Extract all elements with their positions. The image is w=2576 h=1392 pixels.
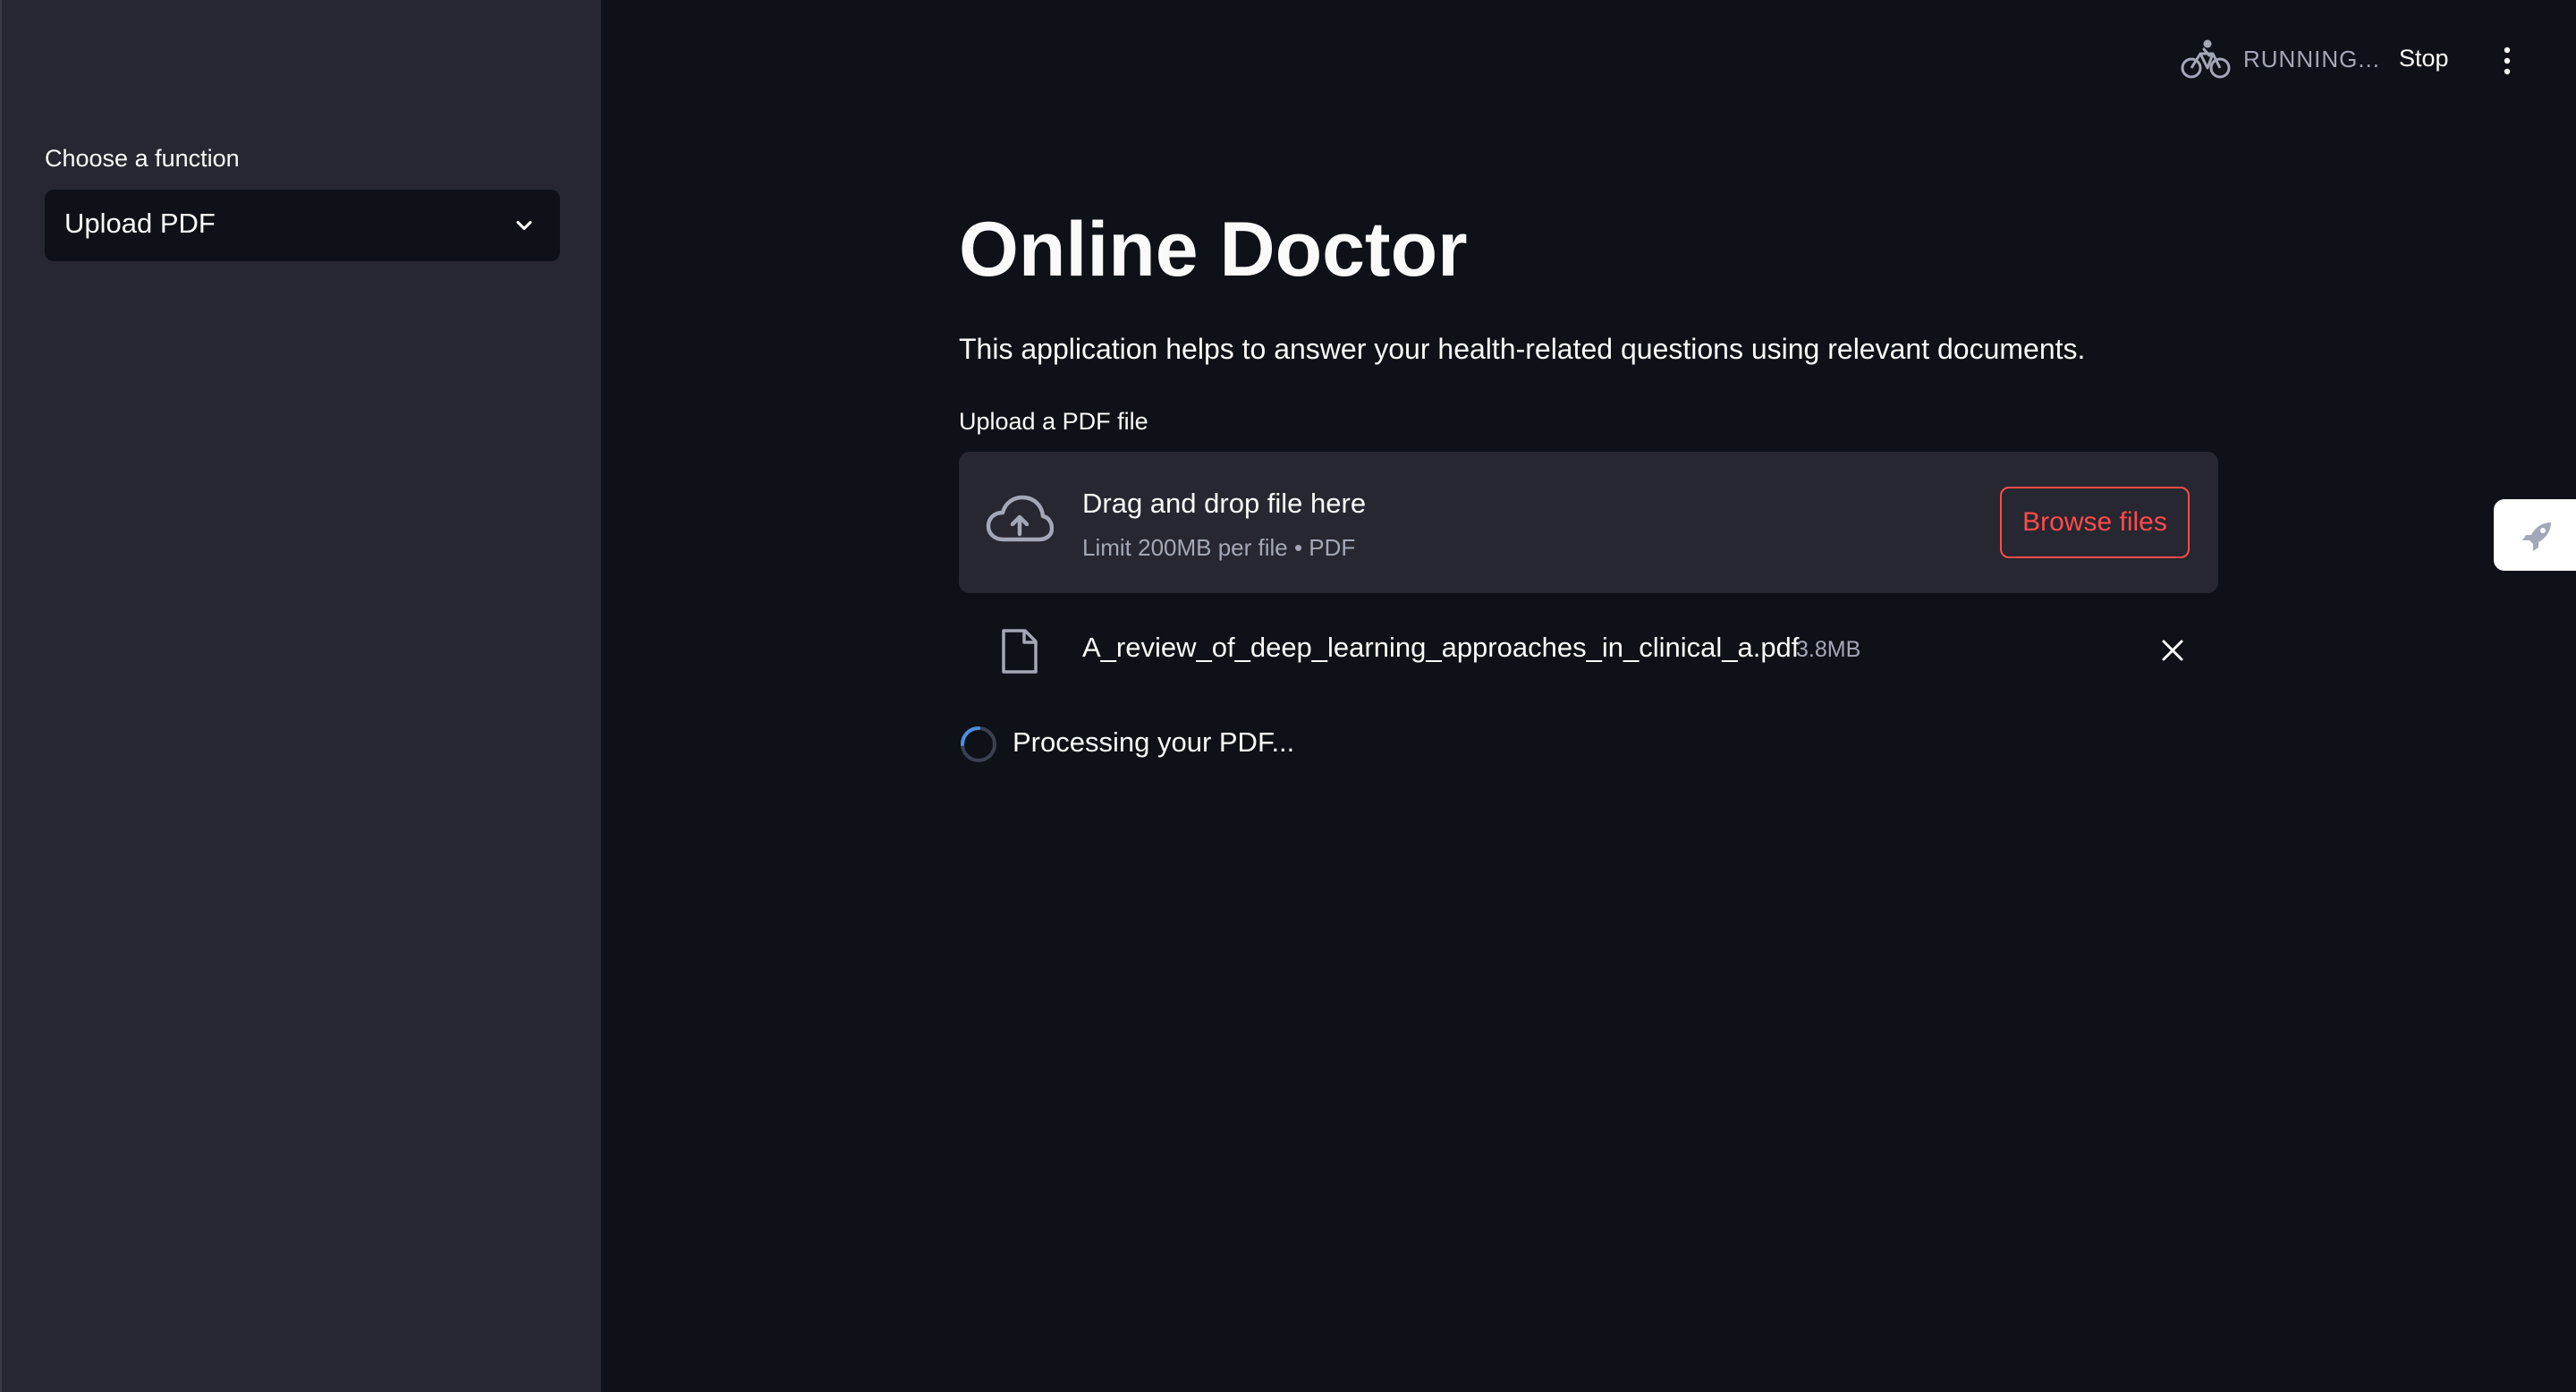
sidebar: Choose a function Upload PDF [0, 0, 601, 1392]
spinner-icon [961, 726, 996, 762]
function-select-label: Choose a function [45, 145, 240, 172]
close-icon[interactable] [2159, 637, 2186, 664]
running-status-text: RUNNING... [2243, 45, 2380, 72]
uploaded-file-name: A_review_of_deep_learning_approaches_in_… [1082, 632, 1800, 663]
uploader-label: Upload a PDF file [959, 408, 1148, 435]
function-select[interactable]: Upload PDF [45, 190, 560, 261]
uploaded-file-item: A_review_of_deep_learning_approaches_in_… [959, 619, 2218, 682]
rocket-icon [2522, 522, 2551, 551]
page-description: This application helps to answer your he… [959, 333, 2086, 365]
uploaded-file-size: 3.8MB [1796, 637, 1861, 662]
running-status: RUNNING... [2181, 38, 2380, 81]
page-title: Online Doctor [959, 207, 1468, 293]
dropzone-limit: Limit 200MB per file • PDF [1082, 534, 1356, 561]
dropzone-title: Drag and drop file here [1082, 488, 1367, 519]
app-root: Choose a function Upload PDF RUNNING... … [0, 0, 2576, 1392]
stop-button[interactable]: Stop [2399, 45, 2449, 72]
chevron-down-icon [516, 220, 532, 231]
file-dropzone[interactable]: Drag and drop file here Limit 200MB per … [959, 452, 2218, 593]
bicycle-icon [2181, 39, 2231, 79]
function-select-value: Upload PDF [64, 208, 216, 239]
deploy-tab[interactable] [2494, 499, 2576, 571]
browse-files-button[interactable]: Browse files [2000, 487, 2190, 558]
processing-status-text: Processing your PDF... [1013, 726, 1295, 758]
kebab-menu-icon[interactable] [2496, 45, 2519, 77]
cloud-upload-icon [986, 495, 1054, 542]
file-icon [1002, 629, 1038, 674]
